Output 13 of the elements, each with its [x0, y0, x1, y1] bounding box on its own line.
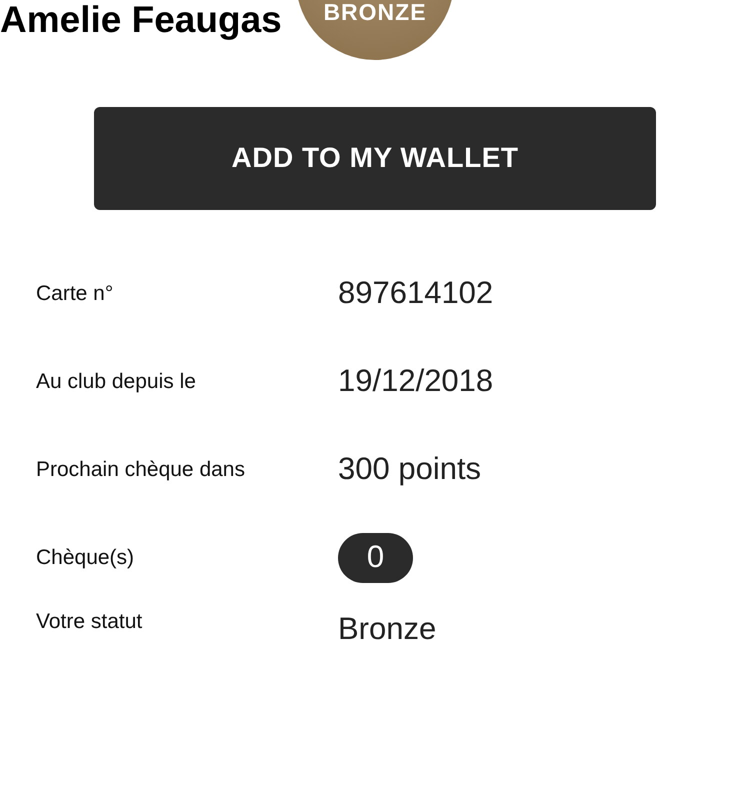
member-name: Amelie Feaugas: [0, 0, 282, 41]
detail-value: Bronze: [338, 610, 436, 648]
detail-label: Votre statut: [36, 608, 144, 635]
detail-value: 300 points: [338, 450, 482, 488]
detail-label: Chèque(s): [36, 544, 136, 571]
add-to-wallet-button[interactable]: ADD TO MY WALLET: [94, 106, 656, 210]
detail-label: Prochain chèque dans: [36, 456, 246, 483]
detail-value: 897614102: [338, 274, 494, 312]
medal-label: BRONZE: [323, 1, 427, 24]
detail-value: 19/12/2018: [338, 362, 494, 400]
detail-label: Au club depuis le: [36, 368, 197, 395]
detail-label: Carte n°: [36, 280, 114, 307]
count-pill: 0: [338, 532, 413, 583]
